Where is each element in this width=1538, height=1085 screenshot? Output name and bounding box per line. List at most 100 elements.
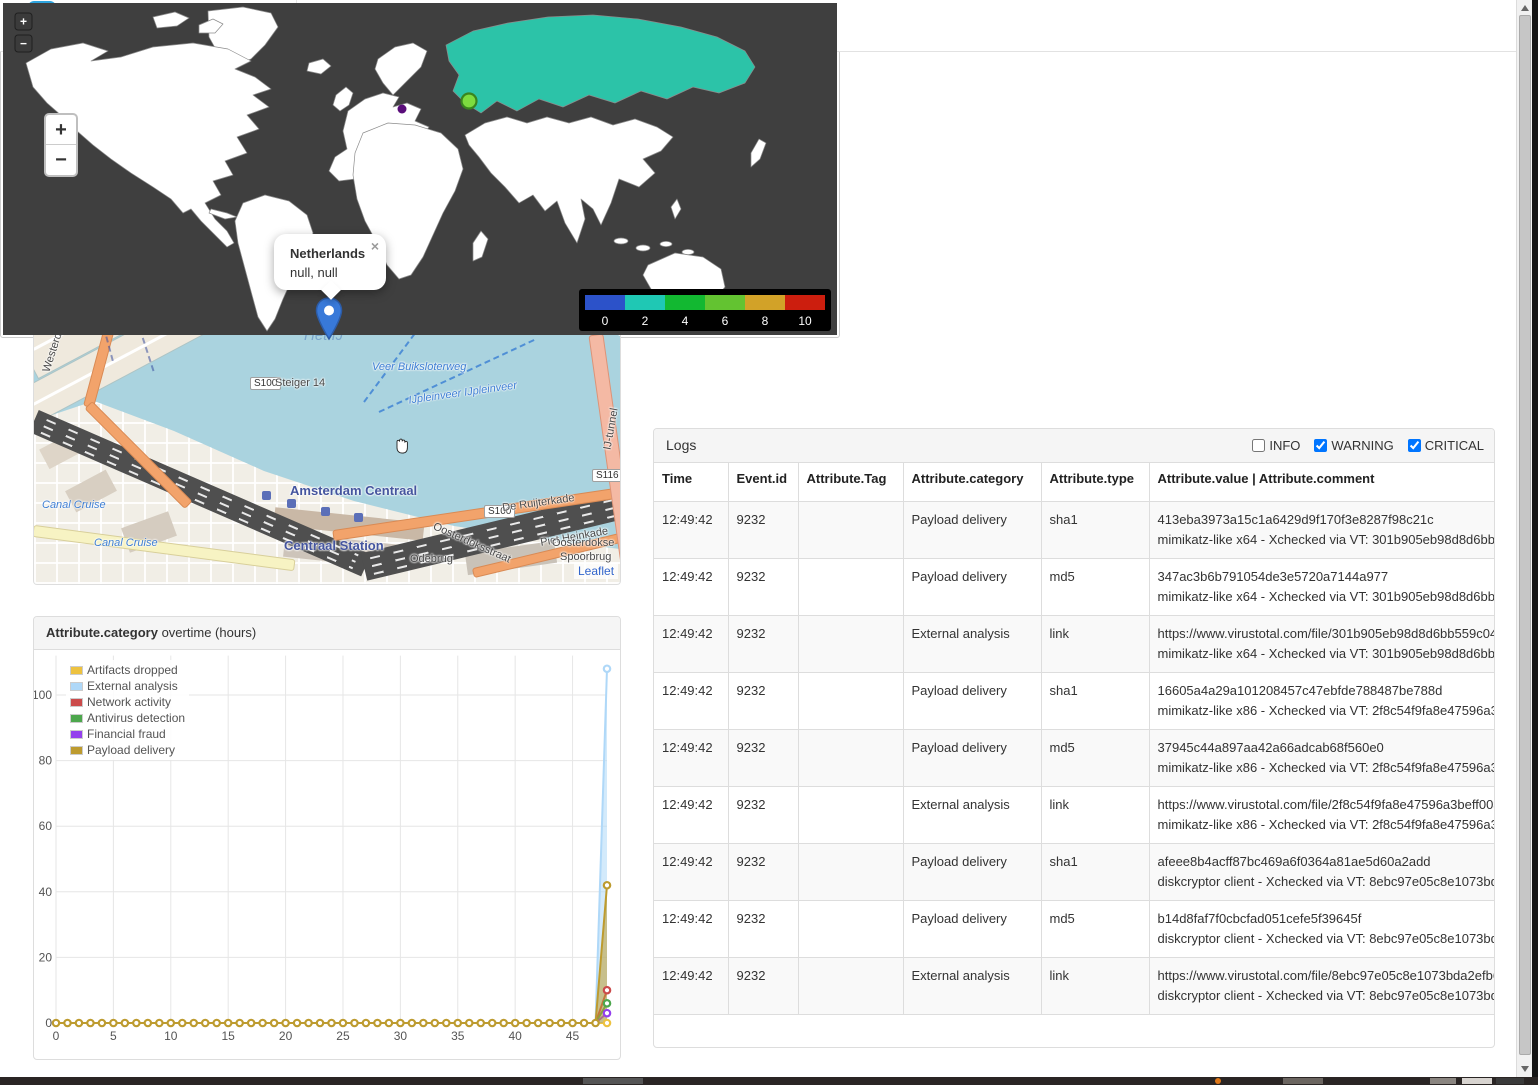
filter-info[interactable]: INFO [1252,438,1300,453]
svg-text:+: + [20,15,27,29]
country-madagascar [473,231,488,261]
taskbar-item[interactable] [1430,1078,1456,1084]
legend-color-swatch [705,295,745,310]
log-cell: 12:49:42 [654,786,728,843]
y-tick-label: 60 [39,819,53,833]
data-point [305,1020,311,1026]
map-label: Veer Buiksloterweg [372,361,466,373]
data-point [225,1020,231,1026]
x-tick-label: 20 [279,1029,293,1043]
taskbar-item[interactable] [1283,1078,1323,1084]
filter-warning-checkbox[interactable] [1314,439,1327,452]
vertical-scrollbar[interactable] [1516,0,1532,1077]
filter-info-checkbox[interactable] [1252,439,1265,452]
data-point [99,1020,105,1026]
column-header: Event.id [728,463,798,501]
data-point [87,1020,93,1026]
data-point [191,1020,197,1026]
x-tick-label: 35 [451,1029,465,1043]
country-uk [333,87,353,111]
country-russia-highlight [446,15,755,113]
data-point-end [604,987,610,993]
log-row: 12:49:429232External analysislinkhttps:/… [654,786,1494,843]
world-map-panel: 0246810 + − [0,0,840,338]
log-value-cell: 37945c44a897aa42a66adcab68f560e0mimikatz… [1149,729,1494,786]
log-row: 12:49:429232Payload deliverysha1afeee8b4… [654,843,1494,900]
y-tick-label: 40 [39,885,53,899]
legend-tick-label: 0 [602,314,609,328]
log-value-cell: 16605a4a29a101208457c47ebfde788487be788d… [1149,672,1494,729]
map-attribution-link[interactable]: Leaflet [574,563,618,579]
log-cell: sha1 [1041,501,1149,558]
map-popup: Netherlands null, null × [274,234,386,290]
taskbar-item[interactable] [1215,1078,1221,1084]
map-zoom-in-button[interactable]: + [46,115,76,145]
log-value-cell: b14d8faf7f0cbcfad051cefe5f39645fdiskcryp… [1149,900,1494,957]
data-point [317,1020,323,1026]
log-value-cell: https://www.virustotal.com/file/2f8c54f9… [1149,786,1494,843]
data-point [248,1020,254,1026]
data-point [512,1020,518,1026]
logs-header: Logs INFOWARNINGCRITICAL [654,429,1494,463]
log-cell: Payload delivery [903,672,1041,729]
log-cell: 9232 [728,786,798,843]
legend-color-box [70,730,83,739]
data-point [64,1020,70,1026]
legend-tick-label: 10 [798,314,812,328]
log-cell: 12:49:42 [654,558,728,615]
close-icon[interactable]: × [371,238,379,254]
legend-item: Financial fraud [70,726,185,742]
data-point-end [604,1010,610,1016]
map-marker-pin[interactable] [315,297,343,341]
scrollbar-thumb[interactable] [1519,15,1531,1055]
rail-station-icon [321,507,330,516]
x-tick-label: 30 [394,1029,408,1043]
country-arctic-islands [153,12,189,28]
data-point [168,1020,174,1026]
scroll-down-arrow-icon[interactable] [1521,1066,1529,1072]
data-point [397,1020,403,1026]
taskbar-item[interactable] [583,1078,643,1084]
taskbar-item[interactable] [1496,1078,1524,1084]
log-cell: External analysis [903,957,1041,1014]
filter-critical[interactable]: CRITICAL [1408,438,1484,453]
data-point [282,1020,288,1026]
data-point [214,1020,220,1026]
log-cell: 9232 [728,501,798,558]
log-cell: link [1041,786,1149,843]
filter-critical-checkbox[interactable] [1408,439,1421,452]
y-tick-label: 100 [34,688,52,702]
country-indonesia [614,238,628,244]
world-map[interactable]: 0246810 + − [3,3,837,335]
legend-tick-label: 2 [642,314,649,328]
data-point [569,1020,575,1026]
popup-subtitle: null, null [290,265,368,280]
log-cell [798,786,903,843]
event-dot-netherlands [398,105,407,114]
column-header: Attribute.category [903,463,1041,501]
scroll-up-arrow-icon[interactable] [1521,5,1529,11]
choropleth-legend: 0246810 [579,289,831,331]
map-label: Odebrug [410,553,453,565]
legend-color-swatch [665,295,705,310]
data-point [489,1020,495,1026]
data-point [523,1020,529,1026]
log-cell: 12:49:42 [654,615,728,672]
logs-filters: INFO WARNING CRITICAL [1238,429,1484,463]
taskbar[interactable] [0,1077,1538,1085]
map-zoom-out-button[interactable]: − [46,145,76,175]
log-cell [798,957,903,1014]
taskbar-item[interactable] [1462,1078,1492,1084]
filter-warning[interactable]: WARNING [1314,438,1393,453]
road-shield-badge: S116 [592,469,620,482]
log-cell: md5 [1041,900,1149,957]
data-point [592,1020,598,1026]
data-point [581,1020,587,1026]
country-philippines [671,199,681,219]
legend-tick-label: 6 [722,314,729,328]
log-cell: link [1041,957,1149,1014]
legend-color-swatch [785,295,825,310]
column-header: Attribute.type [1041,463,1149,501]
x-tick-label: 10 [164,1029,178,1043]
data-point-end [604,1020,610,1026]
